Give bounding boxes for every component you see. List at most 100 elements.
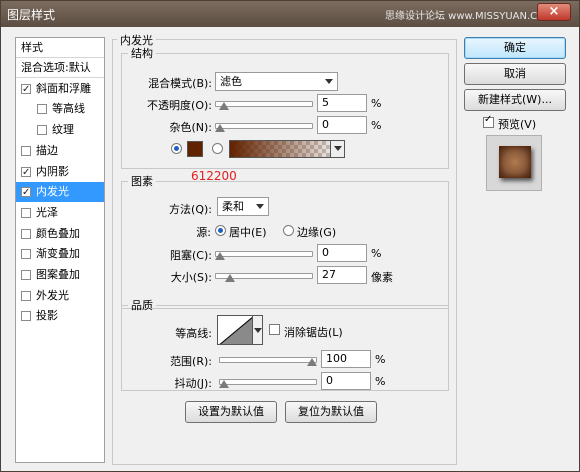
style-list-item-label: 颜色叠加	[36, 226, 80, 240]
make-default-button[interactable]: 设置为默认值	[185, 401, 277, 423]
close-button[interactable]: ×	[537, 3, 571, 21]
style-list-item-label: 等高线	[52, 102, 85, 116]
size-unit: 像素	[371, 271, 393, 284]
glow-color-swatch[interactable]	[187, 141, 203, 157]
glow-gradient-picker[interactable]	[229, 140, 345, 158]
new-style-button[interactable]: 新建样式(W)...	[464, 89, 566, 111]
style-checkbox[interactable]	[21, 80, 31, 100]
range-slider-handle[interactable]	[307, 358, 317, 366]
style-list-item[interactable]: 斜面和浮雕	[16, 79, 104, 100]
gradient-radio[interactable]	[212, 143, 223, 154]
blend-mode-label: 混合模式(B):	[148, 77, 212, 90]
style-list-item[interactable]: 描边	[16, 141, 104, 161]
range-input[interactable]: 100	[321, 350, 371, 368]
style-list-item[interactable]: 混合选项:默认	[16, 58, 104, 78]
opacity-slider-handle[interactable]	[219, 102, 230, 110]
source-center-radio[interactable]	[215, 225, 226, 236]
style-checkbox[interactable]	[21, 270, 31, 280]
style-list-item[interactable]: 内发光	[16, 182, 104, 203]
preview-label[interactable]: 预览(V)	[498, 116, 536, 132]
size-input[interactable]: 27	[317, 266, 367, 284]
choke-slider[interactable]	[215, 251, 313, 257]
blend-mode-select[interactable]: 滤色	[215, 72, 338, 91]
size-label: 大小(S):	[170, 271, 212, 284]
range-label: 范围(R):	[170, 355, 212, 368]
opacity-input[interactable]: 5	[317, 94, 367, 112]
color-annotation: 612200	[191, 169, 237, 183]
style-checkbox[interactable]	[21, 228, 31, 239]
choke-slider-handle[interactable]	[215, 252, 225, 260]
style-checkbox[interactable]	[21, 207, 31, 218]
opacity-unit: %	[371, 97, 382, 110]
style-list-item[interactable]: 投影	[16, 306, 104, 326]
contour-dropdown-icon[interactable]	[253, 315, 263, 345]
style-list-item[interactable]: 光泽	[16, 203, 104, 223]
method-select[interactable]: 柔和	[217, 197, 269, 216]
checkmark-icon: ✓	[484, 114, 493, 125]
elements-title: 图素	[131, 175, 153, 188]
noise-slider-handle[interactable]	[215, 124, 225, 132]
antialias-checkbox[interactable]	[269, 324, 280, 335]
choke-input[interactable]: 0	[317, 244, 367, 262]
chevron-down-icon	[325, 79, 333, 84]
style-list-item-label: 内阴影	[36, 164, 69, 178]
source-center-label[interactable]: 居中(E)	[229, 224, 267, 240]
style-checkbox[interactable]	[21, 183, 31, 203]
style-list-header[interactable]: 样式	[16, 38, 104, 58]
noise-unit: %	[371, 119, 382, 132]
style-checkbox[interactable]	[21, 145, 31, 156]
style-list-item[interactable]: 外发光	[16, 286, 104, 306]
style-list-item[interactable]: 图案叠加	[16, 265, 104, 285]
watermark: 思缘设计论坛 www.MISSYUAN.COM	[385, 11, 554, 22]
style-list-item-label: 内发光	[36, 185, 69, 199]
cancel-button[interactable]: 取消	[464, 63, 566, 85]
structure-title: 结构	[131, 47, 153, 60]
jitter-input[interactable]: 0	[321, 372, 371, 390]
size-slider-handle[interactable]	[224, 274, 235, 282]
preview-checkbox[interactable]: ✓	[483, 114, 494, 128]
style-checkbox[interactable]	[21, 290, 31, 301]
gradient-dropdown-icon[interactable]	[330, 141, 344, 157]
opacity-slider[interactable]	[215, 101, 313, 107]
noise-label: 杂色(N):	[169, 121, 212, 134]
source-edge-label[interactable]: 边缘(G)	[297, 224, 336, 240]
style-list-item[interactable]: 渐变叠加	[16, 244, 104, 264]
jitter-unit: %	[375, 375, 386, 388]
choke-label: 阻塞(C):	[170, 249, 212, 262]
reset-default-button[interactable]: 复位为默认值	[285, 401, 377, 423]
style-list-item-label: 描边	[36, 143, 58, 157]
style-checkbox[interactable]	[21, 163, 31, 183]
opacity-label: 不透明度(O):	[147, 99, 212, 112]
antialias-label[interactable]: 消除锯齿(L)	[284, 324, 343, 340]
style-list-item[interactable]: 纹理	[16, 120, 104, 140]
style-preview	[486, 135, 542, 191]
jitter-slider-handle[interactable]	[219, 380, 229, 388]
style-checkbox[interactable]	[37, 125, 47, 136]
style-checkbox[interactable]	[21, 311, 31, 322]
choke-unit: %	[371, 247, 382, 260]
style-list-item[interactable]: 颜色叠加	[16, 224, 104, 244]
method-value: 柔和	[222, 200, 244, 213]
preview-thumbnail	[499, 146, 531, 178]
jitter-slider[interactable]	[219, 379, 317, 385]
title-bar[interactable]: 图层样式 思缘设计论坛 www.MISSYUAN.COM ×	[1, 1, 579, 27]
ok-button[interactable]: 确定	[464, 37, 566, 59]
style-list-item[interactable]: 内阴影	[16, 162, 104, 183]
blend-mode-value: 滤色	[220, 75, 242, 88]
quality-title: 品质	[131, 299, 153, 312]
style-checkbox[interactable]	[37, 104, 47, 115]
dialog-body: 样式 混合选项:默认斜面和浮雕等高线纹理描边内阴影内发光光泽颜色叠加渐变叠加图案…	[7, 31, 573, 467]
style-list: 样式 混合选项:默认斜面和浮雕等高线纹理描边内阴影内发光光泽颜色叠加渐变叠加图案…	[15, 37, 105, 463]
style-list-item-label: 投影	[36, 309, 58, 323]
style-checkbox[interactable]	[21, 249, 31, 260]
color-radio[interactable]	[171, 143, 182, 154]
contour-picker[interactable]	[217, 315, 253, 345]
noise-slider[interactable]	[215, 123, 313, 129]
source-edge-radio[interactable]	[283, 225, 294, 236]
style-list-item-label: 混合选项:默认	[21, 61, 91, 74]
style-list-item[interactable]: 等高线	[16, 99, 104, 119]
noise-input[interactable]: 0	[317, 116, 367, 134]
range-slider[interactable]	[219, 357, 317, 363]
chevron-down-icon	[256, 204, 264, 209]
style-list-item-label: 纹理	[52, 123, 74, 137]
